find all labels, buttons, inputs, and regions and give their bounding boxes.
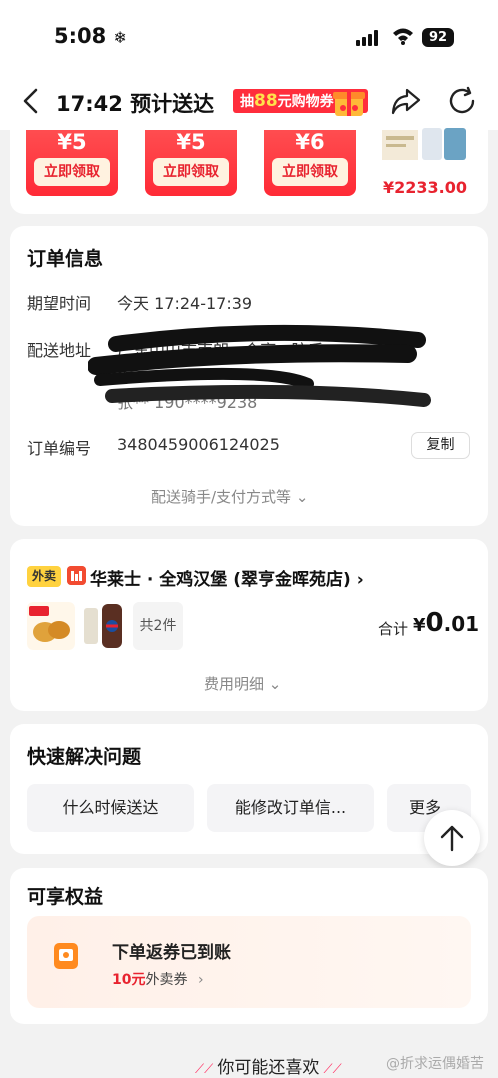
- chevron-right-icon: ›: [197, 972, 204, 988]
- chevron-down-icon: ⌄: [295, 488, 309, 506]
- claim-button[interactable]: 立即领取: [34, 158, 110, 186]
- benefit-title: 下单返券已到账: [112, 943, 231, 963]
- store-name-link[interactable]: 华莱士 · 全鸡汉堡 (翠亨金晖苑店) ›: [90, 565, 364, 590]
- address-label: 配送地址: [27, 341, 92, 360]
- gift-box-icon: [333, 92, 365, 116]
- coupon-amount: ¥6: [295, 130, 325, 154]
- wifi-icon: [393, 28, 413, 45]
- refresh-icon[interactable]: [446, 86, 478, 116]
- page-title: 17:42 预计送达: [56, 92, 215, 116]
- product-price: ¥2233.00: [383, 178, 468, 197]
- copy-button[interactable]: 复制: [411, 432, 470, 459]
- order-number-label: 订单编号: [27, 439, 92, 458]
- decor-left-icon: ⟋⟋: [195, 1062, 218, 1077]
- product-image[interactable]: [382, 128, 468, 164]
- battery-indicator: 92: [422, 28, 454, 47]
- claim-button[interactable]: 立即领取: [153, 158, 229, 186]
- order-number-value: 3480459006124025: [117, 435, 280, 454]
- total-amount: ¥0.01: [413, 608, 480, 638]
- quick-solve-title: 快速解决问题: [27, 746, 142, 768]
- watermark: @折求运偶婚苦: [386, 1056, 484, 1072]
- chip-delivery-time[interactable]: 什么时候送达: [27, 784, 194, 832]
- fee-detail-link[interactable]: 费用明细 ⌄: [204, 673, 281, 694]
- waimai-tag: 外卖: [27, 566, 61, 587]
- arrow-up-icon: [440, 825, 464, 852]
- chip-modify-order[interactable]: 能修改订单信...: [207, 784, 374, 832]
- scroll-to-top-button[interactable]: [424, 810, 480, 866]
- total-label: 合计: [378, 620, 409, 638]
- item-count[interactable]: 共2件: [133, 602, 183, 650]
- benefits-title: 可享权益: [27, 886, 104, 908]
- coupon-3[interactable]: ¥6 立即领取: [264, 130, 356, 196]
- expected-time-value: 今天 17:24-17:39: [117, 294, 253, 313]
- status-time: 5:08 ❄: [54, 24, 127, 48]
- recommend-heading: ⟋⟋ 你可能还喜欢 ⟋⟋: [195, 1058, 342, 1078]
- chicken-item-image[interactable]: [27, 602, 75, 650]
- coupon-amount: ¥5: [57, 130, 87, 154]
- claim-button[interactable]: 立即领取: [272, 158, 348, 186]
- voucher-icon: [54, 943, 78, 969]
- redaction-scribble: [88, 324, 431, 407]
- benefit-subtitle: 10元外卖券 ›: [112, 972, 204, 988]
- cola-item-image[interactable]: [80, 602, 128, 650]
- expected-time-label: 期望时间: [27, 294, 92, 313]
- store-logo-icon: [67, 566, 86, 585]
- chevron-right-icon: ›: [356, 570, 364, 590]
- share-icon[interactable]: [390, 86, 422, 116]
- benefit-item[interactable]: [27, 916, 471, 1008]
- coupon-amount: ¥5: [176, 130, 206, 154]
- rider-payment-link[interactable]: 配送骑手/支付方式等 ⌄: [151, 486, 308, 507]
- signal-icon: [356, 30, 378, 46]
- coupon-1[interactable]: ¥5 立即领取: [26, 130, 118, 196]
- chevron-down-icon: ⌄: [268, 675, 282, 693]
- order-info-title: 订单信息: [27, 248, 104, 270]
- decor-right-icon: ⟋⟋: [319, 1062, 342, 1077]
- coupon-2[interactable]: ¥5 立即领取: [145, 130, 237, 196]
- back-arrow-icon[interactable]: [18, 86, 44, 116]
